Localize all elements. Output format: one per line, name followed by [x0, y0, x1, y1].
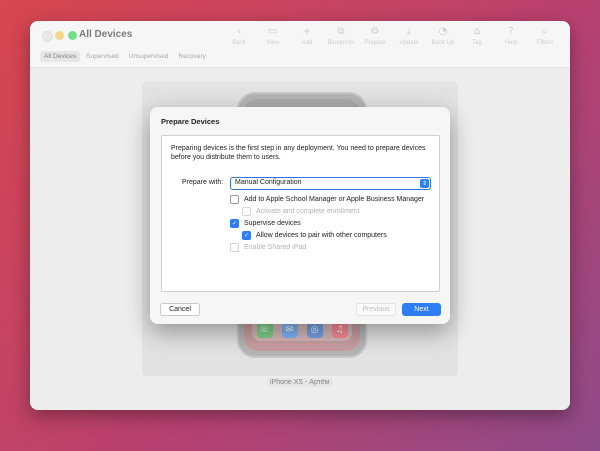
allow-pair-label: Allow devices to pair with other compute… — [256, 232, 387, 239]
prepare-with-value: Manual Configuration — [235, 179, 302, 186]
next-button[interactable]: Next — [402, 303, 441, 316]
add-to-manager-checkbox[interactable] — [230, 195, 239, 204]
chevron-updown-icon: ⇕ — [420, 179, 429, 188]
allow-pair-checkbox[interactable]: ✓ — [242, 231, 251, 240]
supervise-label: Supervise devices — [244, 220, 301, 227]
dialog-panel: Preparing devices is the first step in a… — [161, 135, 440, 292]
activate-enrollment-label: Activate and complete enrollment — [256, 208, 360, 215]
prepare-with-select[interactable]: Manual Configuration ⇕ — [230, 177, 431, 190]
shared-ipad-checkbox — [230, 243, 239, 252]
allow-pair-option[interactable]: ✓ Allow devices to pair with other compu… — [242, 231, 387, 240]
prepare-devices-dialog: Prepare Devices Preparing devices is the… — [150, 107, 450, 324]
supervise-checkbox[interactable]: ✓ — [230, 219, 239, 228]
activate-enrollment-checkbox — [242, 207, 251, 216]
activate-enrollment-option: Activate and complete enrollment — [242, 207, 360, 216]
shared-ipad-option: Enable Shared iPad — [230, 243, 306, 252]
cancel-button[interactable]: Cancel — [160, 303, 200, 316]
prepare-with-label: Prepare with: — [182, 179, 224, 186]
dialog-title: Prepare Devices — [161, 117, 220, 126]
dialog-description: Preparing devices is the first step in a… — [171, 145, 426, 161]
add-to-manager-label: Add to Apple School Manager or Apple Bus… — [244, 196, 425, 203]
add-to-manager-option[interactable]: Add to Apple School Manager or Apple Bus… — [230, 195, 424, 204]
previous-button: Previous — [356, 303, 396, 316]
shared-ipad-label: Enable Shared iPad — [244, 244, 307, 251]
supervise-option[interactable]: ✓ Supervise devices — [230, 219, 301, 228]
